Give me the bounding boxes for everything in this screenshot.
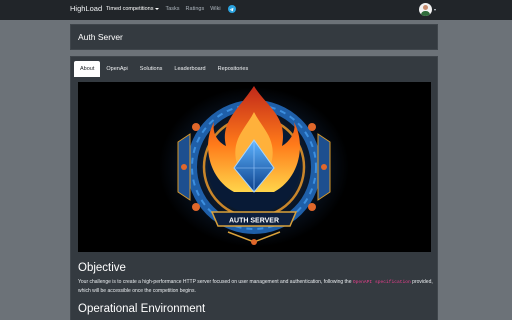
tab-repositories[interactable]: Repositories	[212, 61, 255, 77]
avatar	[419, 3, 432, 16]
objective-heading: Objective	[78, 262, 126, 274]
page-header: Auth Server	[70, 24, 438, 50]
nav-wiki[interactable]: Wiki	[210, 6, 220, 12]
chevron-down-icon	[434, 8, 436, 11]
tab-solutions[interactable]: Solutions	[134, 61, 169, 77]
content-card: About OpenApi Solutions Leaderboard Repo…	[70, 56, 438, 320]
hero-image: AUTH SERVER	[78, 82, 431, 252]
nav-ratings[interactable]: Ratings	[186, 6, 205, 12]
tab-openapi[interactable]: OpenApi	[100, 61, 133, 77]
chevron-down-icon	[155, 7, 160, 10]
objective-text: Your challenge is to create a high-perfo…	[78, 278, 434, 295]
tab-leaderboard[interactable]: Leaderboard	[168, 61, 211, 77]
user-menu[interactable]	[419, 3, 436, 16]
auth-server-emblem: AUTH SERVER	[159, 86, 349, 247]
tab-bar: About OpenApi Solutions Leaderboard Repo…	[74, 61, 254, 77]
telegram-icon[interactable]	[227, 5, 236, 13]
top-navbar: HighLoad Timed competitions Tasks Rating…	[0, 0, 512, 20]
brand-logo[interactable]: HighLoad	[70, 4, 102, 13]
nav-links: Timed competitions Tasks Ratings Wiki	[106, 5, 236, 13]
nav-timed-competitions[interactable]: Timed competitions	[106, 6, 160, 12]
page-title: Auth Server	[78, 32, 123, 42]
nav-tasks[interactable]: Tasks	[165, 6, 179, 12]
openapi-spec-code: OpenAPI specification	[352, 280, 411, 285]
emblem-banner-text: AUTH SERVER	[229, 218, 279, 225]
environment-heading: Operational Environment	[78, 303, 206, 315]
objective-text-part1: Your challenge is to create a high-perfo…	[78, 279, 353, 285]
nav-timed-competitions-label: Timed competitions	[106, 6, 154, 12]
tab-about[interactable]: About	[74, 61, 101, 77]
